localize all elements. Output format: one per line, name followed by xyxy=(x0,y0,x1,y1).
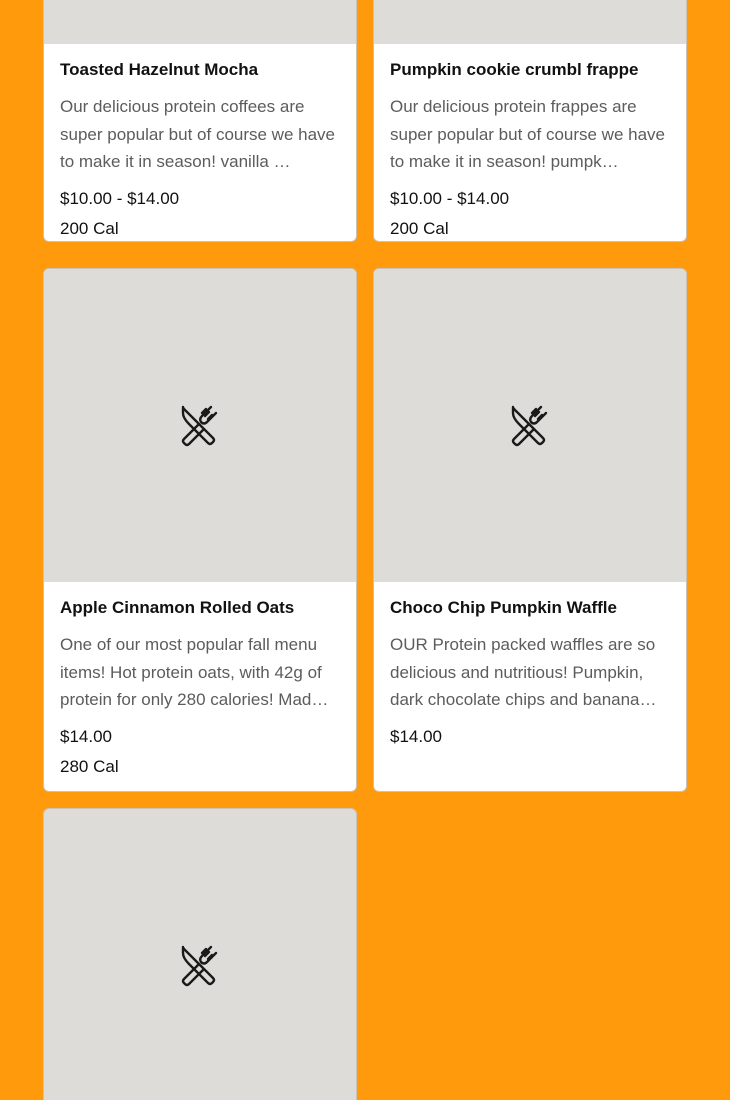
menu-item-description: OUR Protein packed waffles are so delici… xyxy=(390,635,657,709)
menu-item-card[interactable]: Choco Chip Pumpkin Waffle OUR Protein pa… xyxy=(373,268,687,792)
menu-item-title: Choco Chip Pumpkin Waffle xyxy=(390,598,617,617)
menu-item-price: $14.00 xyxy=(390,727,442,746)
menu-item-card[interactable]: Toasted Hazelnut Mocha Our delicious pro… xyxy=(43,0,357,242)
utensils-icon xyxy=(179,945,221,987)
menu-item-image-placeholder xyxy=(44,0,356,44)
menu-item-description: Our delicious protein frappes are super … xyxy=(390,97,666,171)
utensils-icon xyxy=(179,405,221,447)
menu-item-price: $14.00 xyxy=(60,727,112,746)
menu-item-description: One of our most popular fall menu items!… xyxy=(60,635,329,709)
menu-item-card[interactable] xyxy=(43,808,357,1100)
menu-item-card[interactable]: Pumpkin cookie crumbl frappe Our delicio… xyxy=(373,0,687,242)
menu-item-price: $10.00 - $14.00 xyxy=(60,189,180,208)
menu-item-image-placeholder xyxy=(374,269,686,582)
menu-item-title: Pumpkin cookie crumbl frappe xyxy=(390,60,639,79)
menu-item-image-placeholder xyxy=(44,809,356,1100)
menu-item-calories: 200 Cal xyxy=(60,219,119,238)
menu-item-title: Apple Cinnamon Rolled Oats xyxy=(60,598,295,617)
utensils-icon xyxy=(509,405,551,447)
menu-item-calories: 280 Cal xyxy=(60,757,119,776)
menu-item-image-placeholder xyxy=(44,269,356,582)
menu-item-description: Our delicious protein coffees are super … xyxy=(60,97,336,171)
menu-item-calories: 200 Cal xyxy=(390,219,449,238)
menu-item-price: $10.00 - $14.00 xyxy=(390,189,510,208)
menu-item-image-placeholder xyxy=(374,0,686,44)
menu-item-title: Toasted Hazelnut Mocha xyxy=(60,60,259,79)
menu-item-card[interactable]: Apple Cinnamon Rolled Oats One of our mo… xyxy=(43,268,357,792)
